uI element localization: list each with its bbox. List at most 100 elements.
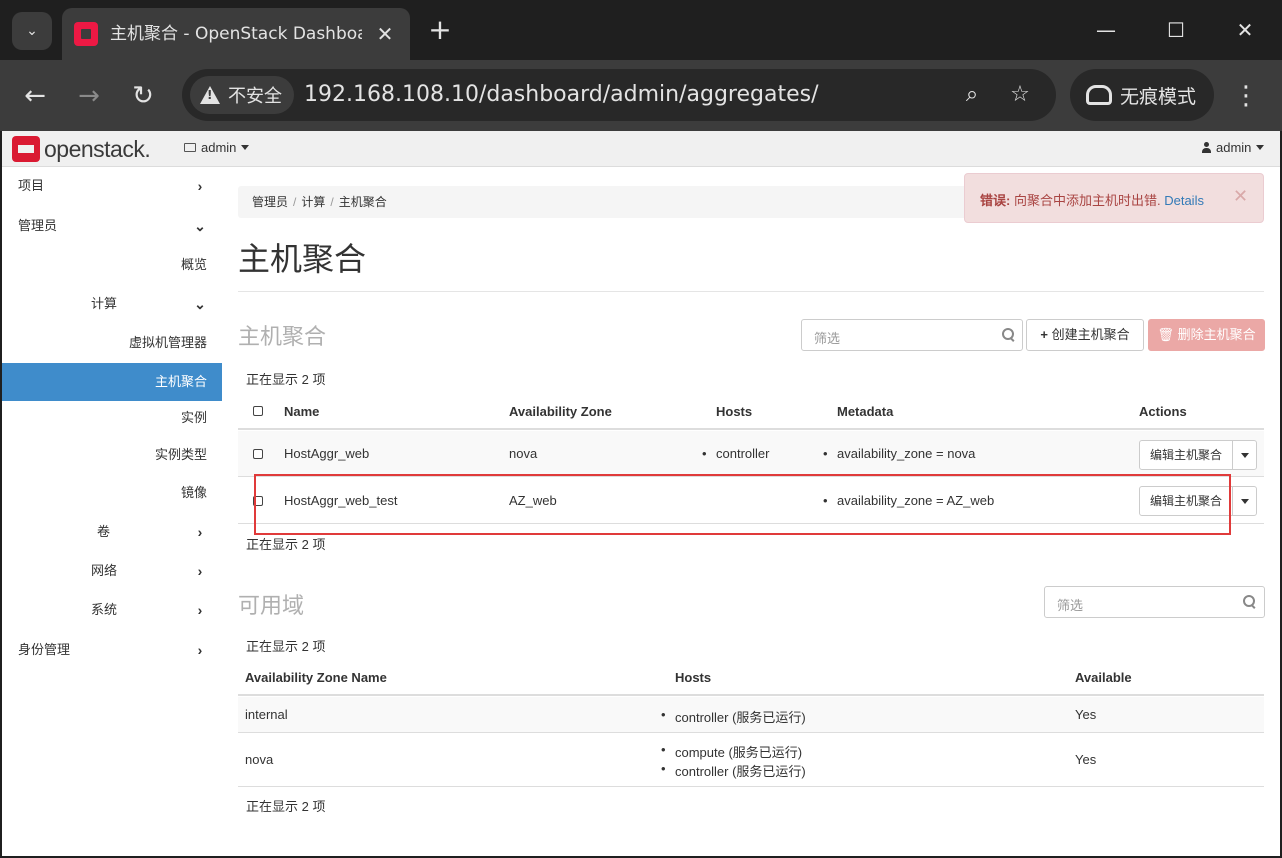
- tab-search-chevron-icon[interactable]: ⌄: [12, 12, 52, 50]
- sidebar-item-label: 身份管理: [18, 642, 71, 657]
- browser-tabstrip: ⌄ 主机聚合 - OpenStack Dashboard ✕ + — ☐ ✕: [0, 0, 1282, 60]
- sidebar-item-label: 实例: [181, 410, 208, 425]
- browser-menu-icon[interactable]: ⋮: [1230, 78, 1262, 114]
- alert-message: 向聚合中添加主机时出错.: [1013, 193, 1161, 208]
- address-bar[interactable]: 不安全 192.168.108.10/dashboard/admin/aggre…: [182, 69, 1056, 121]
- sidebar-item-instances[interactable]: 实例: [2, 399, 222, 437]
- zoom-magnifier-icon[interactable]: ⌕: [958, 81, 986, 109]
- column-header[interactable]: Hosts: [716, 404, 752, 419]
- browser-tab-active[interactable]: 主机聚合 - OpenStack Dashboard ✕: [62, 8, 410, 60]
- incognito-indicator[interactable]: 无痕模式: [1070, 69, 1214, 121]
- column-header[interactable]: Available: [1075, 670, 1132, 685]
- sidebar-item-overview[interactable]: 概览: [2, 246, 222, 284]
- bookmark-star-icon[interactable]: ☆: [1006, 81, 1034, 109]
- user-dropdown[interactable]: admin: [1202, 140, 1265, 155]
- zones-section-title: 可用域: [238, 593, 305, 618]
- user-name: admin: [1216, 140, 1252, 155]
- caret-down-icon: [1256, 145, 1265, 150]
- sidebar-item-label: 网络: [91, 563, 118, 578]
- sidebar-item-project[interactable]: 项目 ›: [2, 167, 222, 205]
- back-arrow-icon[interactable]: ←: [15, 76, 55, 116]
- table-row: internal controller (服务已运行) Yes: [238, 697, 1264, 733]
- sidebar-item-label: 系统: [91, 602, 118, 617]
- caret-down-icon: [1241, 453, 1249, 458]
- warning-triangle-icon: [200, 86, 220, 104]
- plus-icon: +: [1040, 327, 1048, 342]
- project-dropdown[interactable]: admin: [184, 140, 250, 155]
- openstack-logo[interactable]: openstack.: [12, 136, 151, 162]
- column-header[interactable]: Availability Zone: [509, 404, 612, 419]
- sidebar-item-network[interactable]: 网络 ›: [2, 552, 222, 590]
- row-checkbox[interactable]: [253, 449, 263, 459]
- column-header[interactable]: Availability Zone Name: [245, 670, 387, 685]
- chevron-right-icon: ›: [197, 602, 203, 618]
- aggregates-table-header: Name Availability Zone Hosts Metadata Ac…: [238, 392, 1264, 430]
- window-close-icon[interactable]: ✕: [1225, 14, 1265, 46]
- select-all-checkbox[interactable]: [253, 406, 263, 416]
- sidebar-item-label: 虚拟机管理器: [129, 335, 208, 350]
- sidebar-item-label: 项目: [18, 178, 45, 193]
- zones-count-bottom: 正在显示 2 项: [246, 799, 326, 814]
- row-actions-dropdown[interactable]: [1232, 440, 1257, 470]
- sidebar-item-hypervisors[interactable]: 虚拟机管理器: [2, 324, 222, 362]
- zone-available: Yes: [1075, 707, 1097, 722]
- security-label: 不安全: [228, 86, 282, 107]
- error-alert: 错误: 向聚合中添加主机时出错. Details ✕: [964, 173, 1264, 223]
- sidebar-item-images[interactable]: 镜像: [2, 474, 222, 512]
- sidebar-item-identity[interactable]: 身份管理 ›: [2, 631, 222, 669]
- new-tab-plus-icon[interactable]: +: [424, 14, 456, 46]
- alert-prefix: 错误:: [980, 193, 1011, 208]
- create-aggregate-button[interactable]: + 创建主机聚合: [1026, 319, 1144, 351]
- url-text[interactable]: 192.168.108.10/dashboard/admin/aggregate…: [304, 79, 819, 111]
- reload-icon[interactable]: ↻: [123, 76, 163, 116]
- incognito-label: 无痕模式: [1120, 85, 1197, 108]
- zone-host: controller (服务已运行): [661, 707, 806, 726]
- search-icon: [1002, 328, 1015, 341]
- sidebar: 项目 › 管理员 ⌄ 概览 计算 ⌄ 虚拟机管理器 主机聚合 实例 实例类型 镜…: [2, 167, 222, 856]
- filter-placeholder: 筛选: [814, 331, 841, 346]
- column-header: Actions: [1139, 404, 1187, 419]
- aggregate-zone: nova: [509, 446, 538, 461]
- page-title: 主机聚合: [238, 241, 367, 277]
- incognito-icon: [1086, 85, 1112, 105]
- column-header[interactable]: Hosts: [675, 670, 711, 685]
- edit-aggregate-button[interactable]: 编辑主机聚合: [1139, 440, 1233, 470]
- sidebar-item-label: 实例类型: [155, 447, 208, 462]
- sidebar-item-volumes[interactable]: 卷 ›: [2, 513, 222, 551]
- tab-close-icon[interactable]: ✕: [372, 21, 398, 47]
- sidebar-item-admin[interactable]: 管理员 ⌄: [2, 207, 222, 245]
- sidebar-item-flavors[interactable]: 实例类型: [2, 436, 222, 474]
- aggregates-count-bottom: 正在显示 2 项: [246, 537, 326, 552]
- close-icon[interactable]: ✕: [1233, 186, 1248, 207]
- table-row: HostAggr_web nova controller availabilit…: [238, 431, 1264, 477]
- delete-aggregate-button[interactable]: 🗑 删除主机聚合: [1148, 319, 1265, 351]
- alert-details-link[interactable]: Details: [1164, 193, 1204, 208]
- zone-name: internal: [245, 707, 288, 722]
- security-chip[interactable]: 不安全: [190, 76, 294, 114]
- zone-available: Yes: [1075, 752, 1097, 767]
- chevron-right-icon: ›: [197, 178, 203, 194]
- breadcrumb-item[interactable]: 管理员: [252, 195, 288, 209]
- zones-count-top: 正在显示 2 项: [246, 639, 326, 654]
- tab-title: 主机聚合 - OpenStack Dashboard: [110, 24, 362, 44]
- column-header[interactable]: Name: [284, 404, 319, 419]
- sidebar-item-compute[interactable]: 计算 ⌄: [2, 285, 222, 323]
- zone-host: compute (服务已运行): [661, 742, 802, 761]
- project-name: admin: [201, 140, 237, 155]
- caret-down-icon: [241, 145, 250, 150]
- window-maximize-icon[interactable]: ☐: [1156, 14, 1196, 46]
- create-aggregate-label: 创建主机聚合: [1051, 327, 1130, 342]
- forward-arrow-icon[interactable]: →: [69, 76, 109, 116]
- window-minimize-icon[interactable]: —: [1086, 14, 1126, 46]
- column-header[interactable]: Metadata: [837, 404, 893, 419]
- project-list-icon: [184, 143, 196, 152]
- aggregate-name: HostAggr_web: [284, 446, 370, 461]
- openstack-page: openstack. admin admin 项目 › 管理员 ⌄ 概览 计算 …: [2, 131, 1280, 856]
- breadcrumb-item[interactable]: 计算: [301, 195, 325, 209]
- zones-filter-input[interactable]: 筛选: [1044, 586, 1265, 618]
- row-actions-dropdown[interactable]: [1232, 486, 1257, 516]
- sidebar-item-host-aggregates[interactable]: 主机聚合: [2, 363, 222, 401]
- sidebar-item-system[interactable]: 系统 ›: [2, 591, 222, 629]
- aggregates-filter-input[interactable]: 筛选: [801, 319, 1023, 351]
- chevron-down-icon: ⌄: [194, 296, 206, 312]
